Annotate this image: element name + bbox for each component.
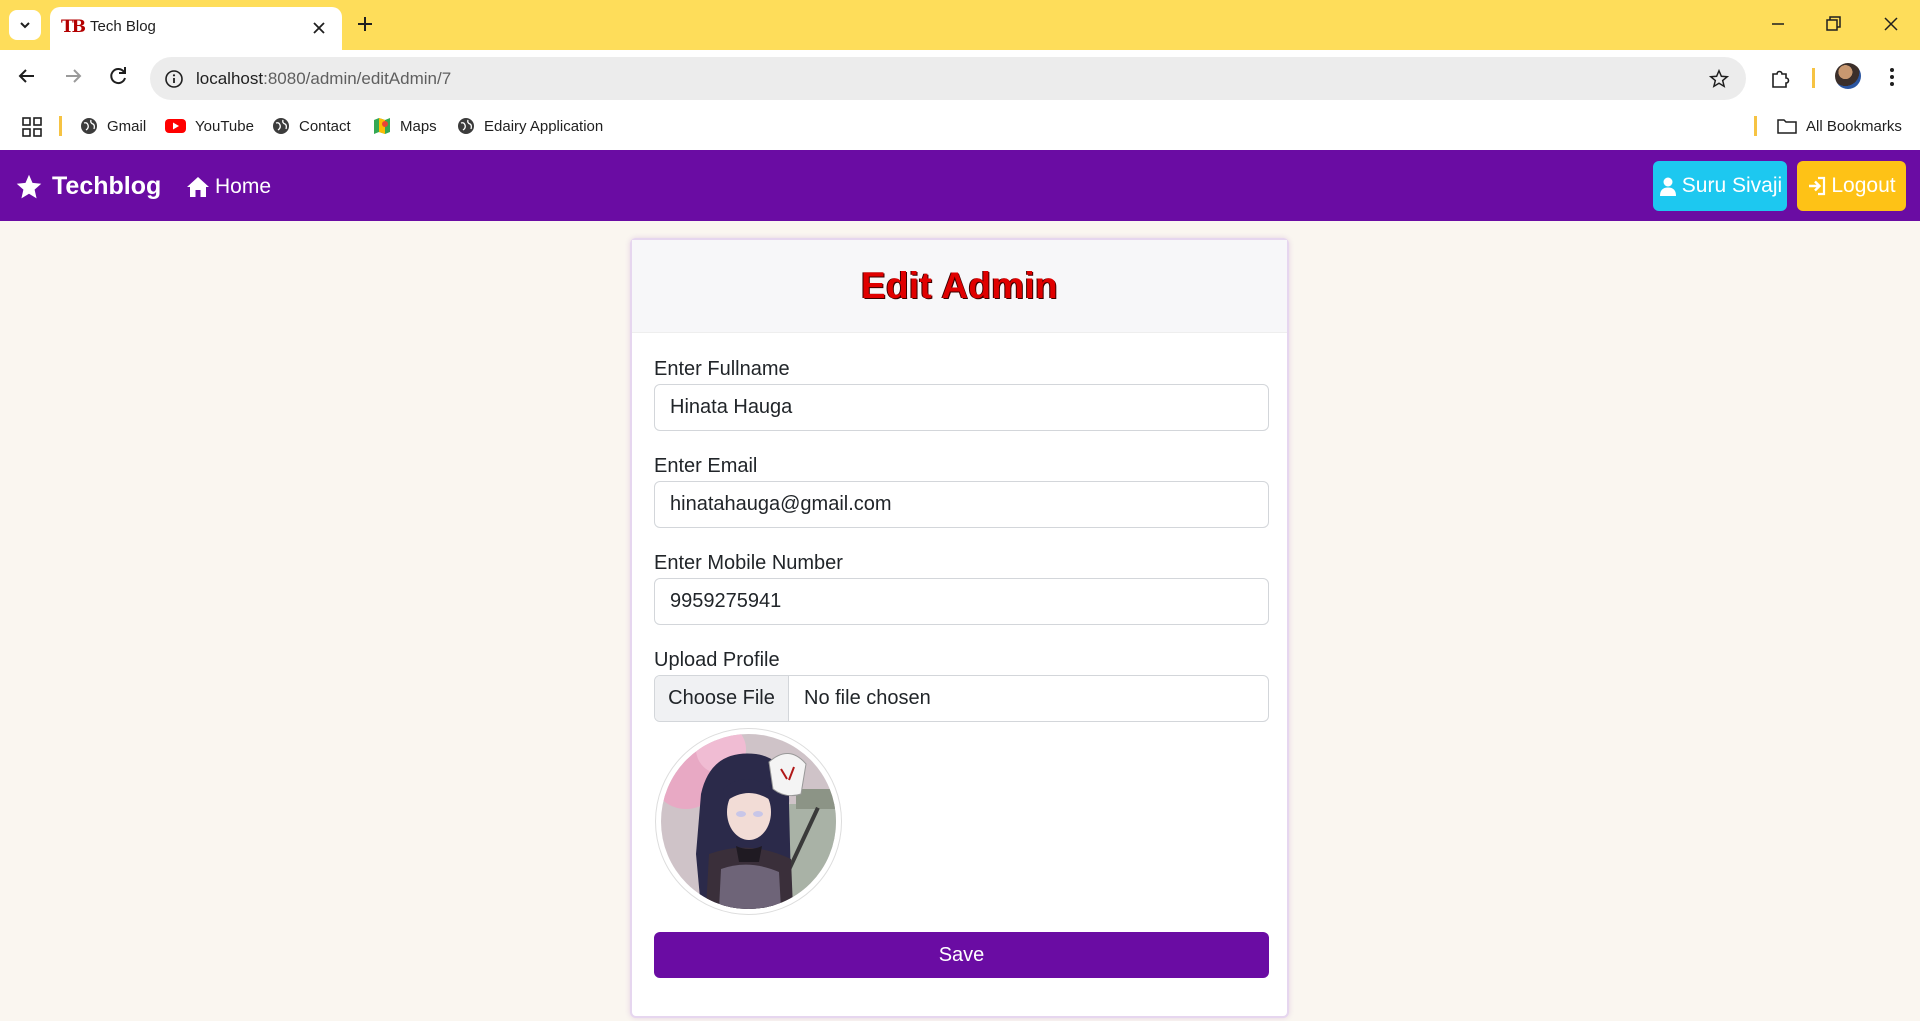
browser-toolbar: localhost:8080/admin/editAdmin/7 (0, 50, 1920, 102)
url-path: :8080/admin/editAdmin/7 (263, 69, 452, 88)
globe-icon (458, 118, 474, 134)
tab-search-button[interactable] (9, 10, 41, 40)
menu-dots-icon[interactable] (1882, 66, 1902, 88)
url-text: localhost:8080/admin/editAdmin/7 (196, 69, 451, 89)
profile-image (661, 734, 836, 909)
globe-icon (81, 118, 97, 134)
close-icon[interactable] (310, 19, 328, 37)
sign-in-icon (1809, 176, 1826, 196)
mobile-label: Enter Mobile Number (654, 552, 843, 574)
save-button[interactable]: Save (654, 932, 1269, 978)
all-bookmarks-button[interactable]: All Bookmarks (1777, 115, 1902, 137)
nav-home-link[interactable]: Home (186, 175, 271, 199)
email-input[interactable]: hinatahauga@gmail.com (654, 481, 1269, 528)
fullname-input[interactable]: Hinata Hauga (654, 384, 1269, 431)
file-name-text: No file chosen (804, 687, 931, 709)
fullname-label: Enter Fullname (654, 358, 790, 380)
bookmark-youtube[interactable]: YouTube (165, 115, 254, 137)
bookmark-label: Edairy Application (484, 117, 604, 135)
maps-icon (374, 118, 390, 134)
browser-tab-bar: TB Tech Blog (0, 0, 1920, 50)
site-info-icon[interactable] (164, 69, 184, 89)
edit-admin-card: Edit Admin Enter Fullname Hinata Hauga E… (630, 238, 1289, 1018)
star-icon (16, 174, 42, 198)
bookmark-label: Contact (299, 117, 351, 135)
logout-button[interactable]: Logout (1797, 161, 1906, 211)
apps-grid-icon[interactable] (21, 116, 43, 138)
forward-arrow-icon[interactable] (60, 63, 86, 89)
bookmarks-bar: Gmail YouTube Contact Maps Edairy Applic… (0, 102, 1920, 150)
restore-icon[interactable] (1821, 12, 1845, 36)
address-bar[interactable]: localhost:8080/admin/editAdmin/7 (150, 57, 1746, 100)
url-host: localhost (196, 69, 264, 88)
extensions-puzzle-icon[interactable] (1769, 66, 1793, 90)
youtube-icon (165, 119, 186, 133)
bookmarks-divider (1754, 116, 1757, 136)
logout-label: Logout (1831, 174, 1896, 197)
bookmark-label: Gmail (107, 117, 147, 135)
email-label: Enter Email (654, 455, 758, 477)
home-label: Home (215, 175, 272, 198)
bookmarks-divider (59, 116, 62, 136)
brand-name: Techblog (52, 172, 162, 200)
globe-icon (273, 118, 289, 134)
profile-illustration (661, 734, 836, 909)
chevron-down-icon (20, 22, 30, 29)
bookmark-gmail[interactable]: Gmail (80, 115, 146, 137)
new-tab-icon[interactable] (354, 13, 376, 35)
profile-image-frame (655, 728, 842, 915)
profile-avatar[interactable] (1835, 63, 1861, 89)
bookmark-maps[interactable]: Maps (373, 115, 437, 137)
back-arrow-icon[interactable] (14, 63, 40, 89)
page-title: Edit Admin (861, 265, 1058, 306)
minimize-icon[interactable] (1766, 12, 1790, 36)
user-name: Suru Sivaji (1681, 174, 1783, 197)
upload-profile-label: Upload Profile (654, 649, 780, 671)
reload-icon[interactable] (105, 63, 131, 89)
home-icon (187, 177, 209, 197)
brand-link[interactable]: Techblog (15, 172, 161, 201)
all-bookmarks-label: All Bookmarks (1806, 117, 1902, 135)
profile-file-input[interactable]: Choose File No file chosen (654, 675, 1269, 722)
tab-title: Tech Blog (90, 18, 156, 35)
techblog-favicon-icon: TB (61, 17, 86, 37)
browser-tab[interactable]: TB Tech Blog (50, 7, 342, 50)
folder-icon (1777, 119, 1797, 134)
window-close-icon[interactable] (1879, 12, 1903, 36)
choose-file-button[interactable]: Choose File (655, 676, 789, 721)
user-profile-button[interactable]: Suru Sivaji (1653, 161, 1787, 211)
bookmark-star-icon[interactable] (1708, 68, 1730, 90)
toolbar-divider (1812, 68, 1815, 88)
mobile-input[interactable]: 9959275941 (654, 578, 1269, 625)
app-navbar: Techblog Home (0, 150, 1920, 221)
bookmark-label: Maps (400, 117, 437, 135)
user-icon (1659, 177, 1676, 196)
card-header: Edit Admin (632, 240, 1287, 333)
bookmark-label: YouTube (195, 117, 254, 135)
bookmark-contact[interactable]: Contact (272, 115, 351, 137)
bookmark-edairy-application[interactable]: Edairy Application (457, 115, 603, 137)
